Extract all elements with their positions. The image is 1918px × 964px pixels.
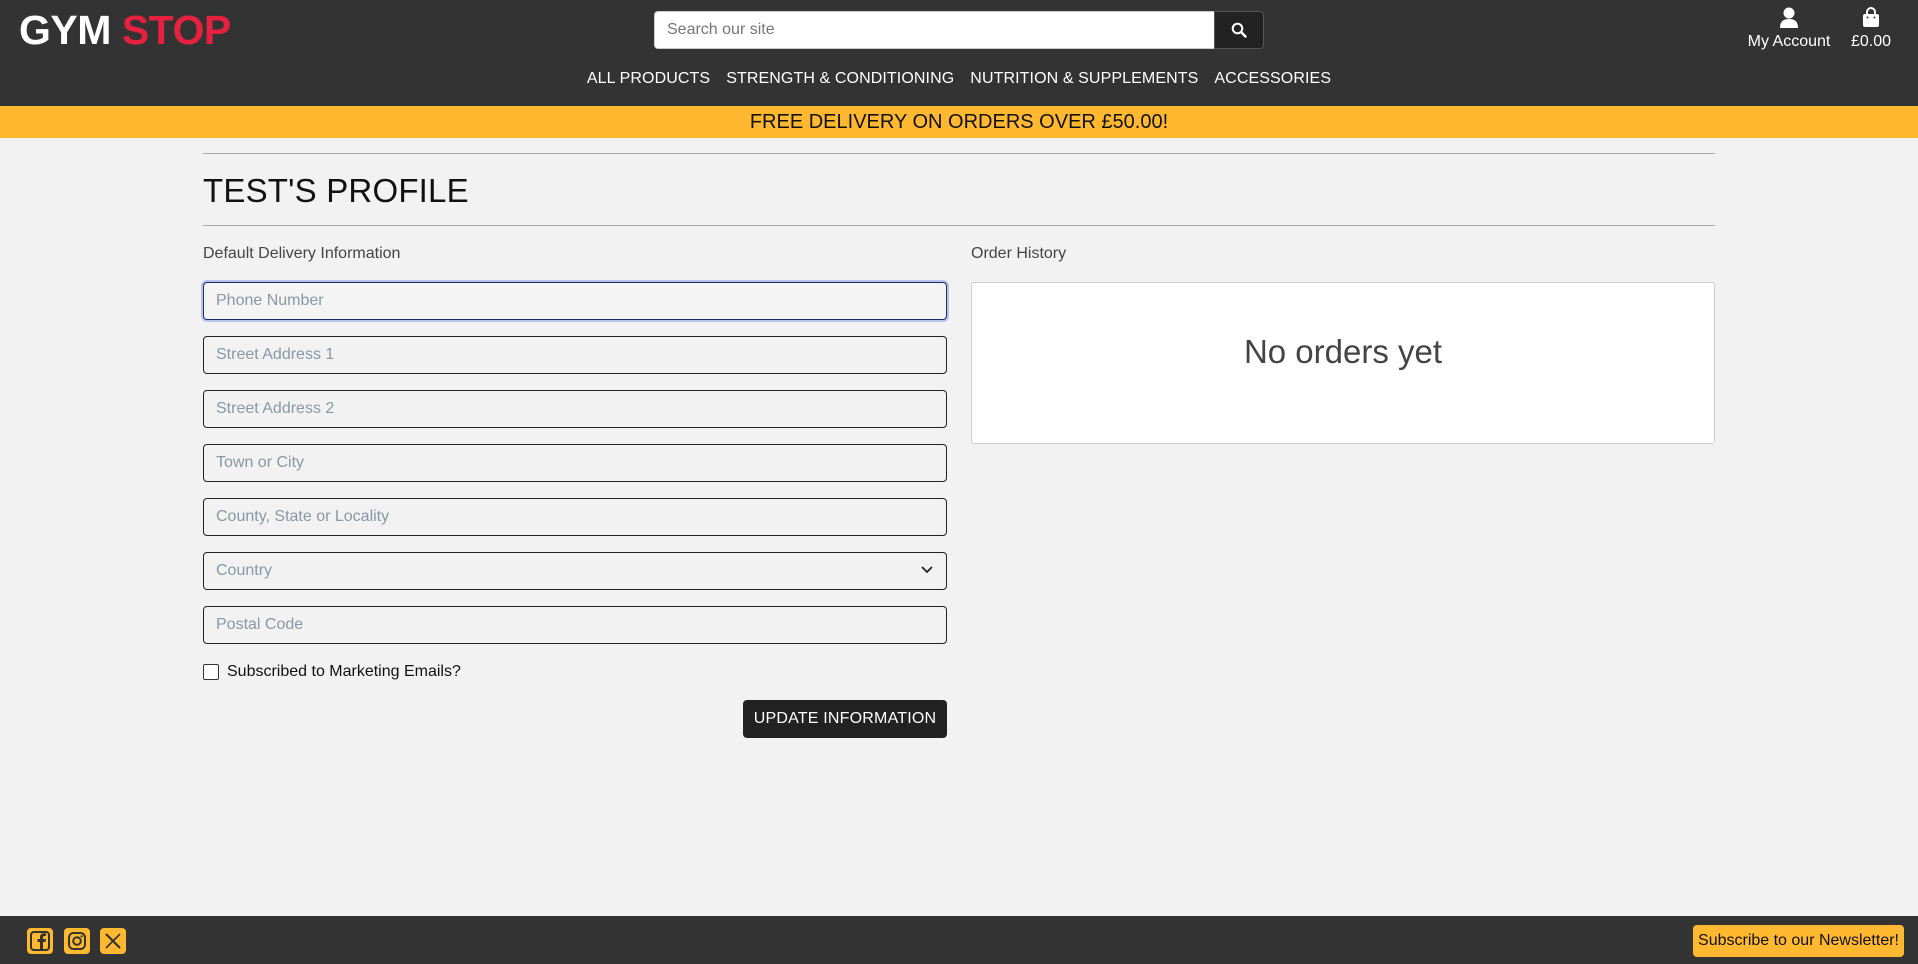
my-account-label: My Account [1747, 33, 1831, 50]
site-header: GYM STOP My Account £0.00 ALL PRODUCTS S… [0, 0, 1918, 106]
nav-nutrition-supplements[interactable]: NUTRITION & SUPPLEMENTS [970, 70, 1198, 88]
facebook-icon [30, 931, 50, 951]
country-select[interactable]: Country [203, 552, 947, 590]
nav-strength-conditioning[interactable]: STRENGTH & CONDITIONING [726, 70, 954, 88]
newsletter-subscribe-button[interactable]: Subscribe to our Newsletter! [1693, 925, 1904, 957]
marketing-checkbox-row: Subscribed to Marketing Emails? [203, 663, 461, 681]
main-nav: ALL PRODUCTS STRENGTH & CONDITIONING NUT… [0, 70, 1918, 88]
country-select-value: Country [216, 562, 273, 579]
user-icon [1780, 7, 1798, 28]
facebook-link[interactable] [27, 928, 53, 954]
search-form [654, 11, 1264, 49]
street-address-2-field[interactable] [203, 390, 947, 428]
street-address-1-field[interactable] [203, 336, 947, 374]
update-information-button[interactable]: UPDATE INFORMATION [743, 700, 947, 738]
delivery-info-label: Default Delivery Information [203, 245, 401, 262]
site-footer: Subscribe to our Newsletter! [0, 916, 1918, 964]
shopping-bag-icon [1863, 7, 1879, 27]
marketing-checkbox-label: Subscribed to Marketing Emails? [227, 663, 461, 680]
instagram-link[interactable] [64, 928, 90, 954]
divider-bottom [203, 225, 1715, 226]
x-twitter-link[interactable] [100, 928, 126, 954]
search-button[interactable] [1214, 11, 1264, 49]
logo-gym: GYM [19, 7, 111, 53]
search-icon [1231, 22, 1247, 38]
chevron-down-icon [921, 566, 933, 574]
site-logo[interactable]: GYM STOP [19, 6, 231, 54]
shopping-bag-link[interactable]: £0.00 [1846, 6, 1896, 51]
phone-number-field[interactable] [203, 282, 947, 320]
no-orders-message: No orders yet [1243, 333, 1443, 370]
bag-total: £0.00 [1850, 33, 1892, 50]
x-twitter-icon [105, 933, 121, 949]
nav-all-products[interactable]: ALL PRODUCTS [587, 70, 710, 88]
order-history-label: Order History [971, 245, 1067, 262]
search-input[interactable] [654, 11, 1214, 49]
nav-accessories[interactable]: ACCESSORIES [1214, 70, 1331, 88]
order-history-panel: No orders yet [971, 282, 1715, 444]
delivery-banner: FREE DELIVERY ON ORDERS OVER £50.00! [0, 106, 1918, 138]
divider-top [203, 153, 1715, 154]
marketing-checkbox[interactable] [203, 664, 219, 680]
town-city-field[interactable] [203, 444, 947, 482]
instagram-icon [68, 932, 86, 950]
page-title: TEST'S PROFILE [203, 172, 469, 209]
postal-code-field[interactable] [203, 606, 947, 644]
county-field[interactable] [203, 498, 947, 536]
my-account-link[interactable]: My Account [1744, 6, 1834, 51]
logo-stop: STOP [121, 7, 231, 53]
